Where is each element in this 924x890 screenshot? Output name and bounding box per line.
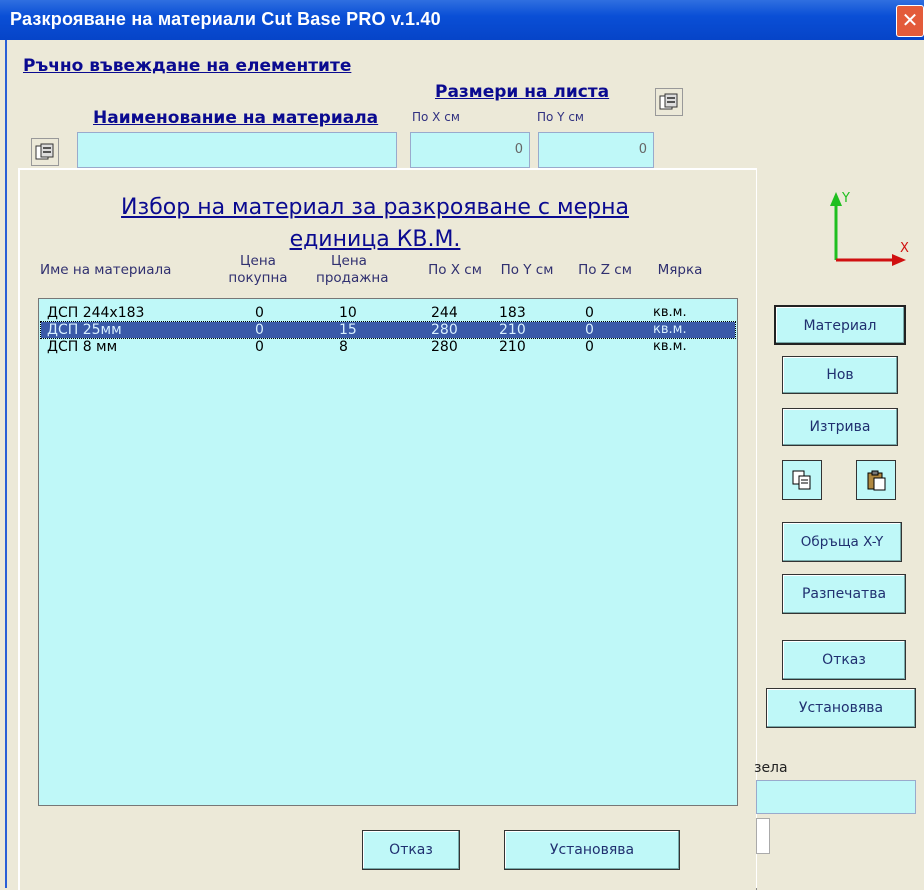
materials-table[interactable]: ДСП 244х183 0 10 244 183 0 кв.м. ДСП 25м… [38, 298, 738, 806]
cell-name: ДСП 25мм [47, 322, 122, 338]
axis-y-label: Y [841, 191, 850, 206]
cell-name: ДСП 8 мм [47, 339, 118, 355]
swap-xy-button[interactable]: Обръща X-Y [782, 522, 902, 562]
y-size-label: По Y см [537, 110, 584, 124]
partial-label: зела [754, 760, 788, 776]
paste-icon[interactable] [856, 460, 896, 500]
col-header-x: По X см [428, 262, 482, 278]
new-button[interactable]: Нов [782, 356, 898, 394]
cell-name: ДСП 244х183 [47, 305, 145, 321]
material-name-input[interactable] [77, 132, 397, 168]
cell-unit: кв.м. [653, 339, 687, 354]
x-size-label: По X см [412, 110, 460, 124]
cell-y: 183 [499, 305, 526, 321]
cell-unit: кв.м. [653, 322, 687, 337]
col-header-z: По Z см [578, 262, 632, 278]
title-bar: Разкрояване на материали Cut Base PRO v.… [0, 0, 924, 40]
cell-buy: 0 [255, 305, 264, 321]
axis-x-label: X [900, 241, 909, 256]
panel-set-button[interactable]: Установява [504, 830, 680, 870]
copy-sheet-icon[interactable] [655, 88, 683, 116]
cell-sell: 8 [339, 339, 348, 355]
panel-cancel-button[interactable]: Отказ [362, 830, 460, 870]
table-row[interactable]: ДСП 8 мм 0 8 280 210 0 кв.м. [41, 339, 735, 355]
y-size-input[interactable]: 0 [538, 132, 654, 168]
col-header-sell: Цена продажна [316, 253, 389, 286]
cell-buy: 0 [255, 339, 264, 355]
table-row-selected[interactable]: ДСП 25мм 0 15 280 210 0 кв.м. [40, 321, 736, 339]
cell-sell: 15 [339, 322, 357, 338]
axis-icon: Y X [830, 191, 909, 266]
cell-buy: 0 [255, 322, 264, 338]
cell-x: 280 [431, 339, 458, 355]
manual-entry-link[interactable]: Ръчно въвеждане на елементите [23, 56, 351, 76]
side-set-button[interactable]: Установява [766, 688, 916, 728]
side-cancel-button[interactable]: Отказ [782, 640, 906, 680]
sheet-size-label: Размери на листа [435, 82, 610, 102]
copy-material-icon[interactable] [31, 138, 59, 166]
cell-x: 244 [431, 305, 458, 321]
copy-icon[interactable] [782, 460, 822, 500]
table-row[interactable]: ДСП 244х183 0 10 244 183 0 кв.м. [41, 305, 735, 321]
cell-y: 210 [499, 322, 526, 338]
col-header-buy: Цена покупна [228, 253, 288, 286]
col-header-unit: Мярка [657, 262, 703, 278]
col-header-name: Име на материала [40, 262, 172, 278]
panel-title: Избор на материал за разкрояване с мерна… [121, 195, 629, 252]
cell-x: 280 [431, 322, 458, 338]
cell-unit: кв.м. [653, 305, 687, 320]
window-title: Разкрояване на материали Cut Base PRO v.… [10, 9, 441, 29]
cell-y: 210 [499, 339, 526, 355]
material-button[interactable]: Материал [774, 305, 906, 345]
delete-button[interactable]: Изтрива [782, 408, 898, 446]
col-header-y: По Y см [500, 262, 554, 278]
print-button[interactable]: Разпечатва [782, 574, 906, 614]
cell-z: 0 [585, 339, 594, 355]
partial-scroll[interactable] [756, 818, 770, 854]
cell-sell: 10 [339, 305, 357, 321]
partial-input[interactable] [756, 780, 916, 814]
cell-z: 0 [585, 305, 594, 321]
x-size-input[interactable]: 0 [410, 132, 530, 168]
cell-z: 0 [585, 322, 594, 338]
material-name-label: Наименование на материала [93, 108, 379, 128]
close-icon[interactable]: ✕ [896, 5, 924, 37]
